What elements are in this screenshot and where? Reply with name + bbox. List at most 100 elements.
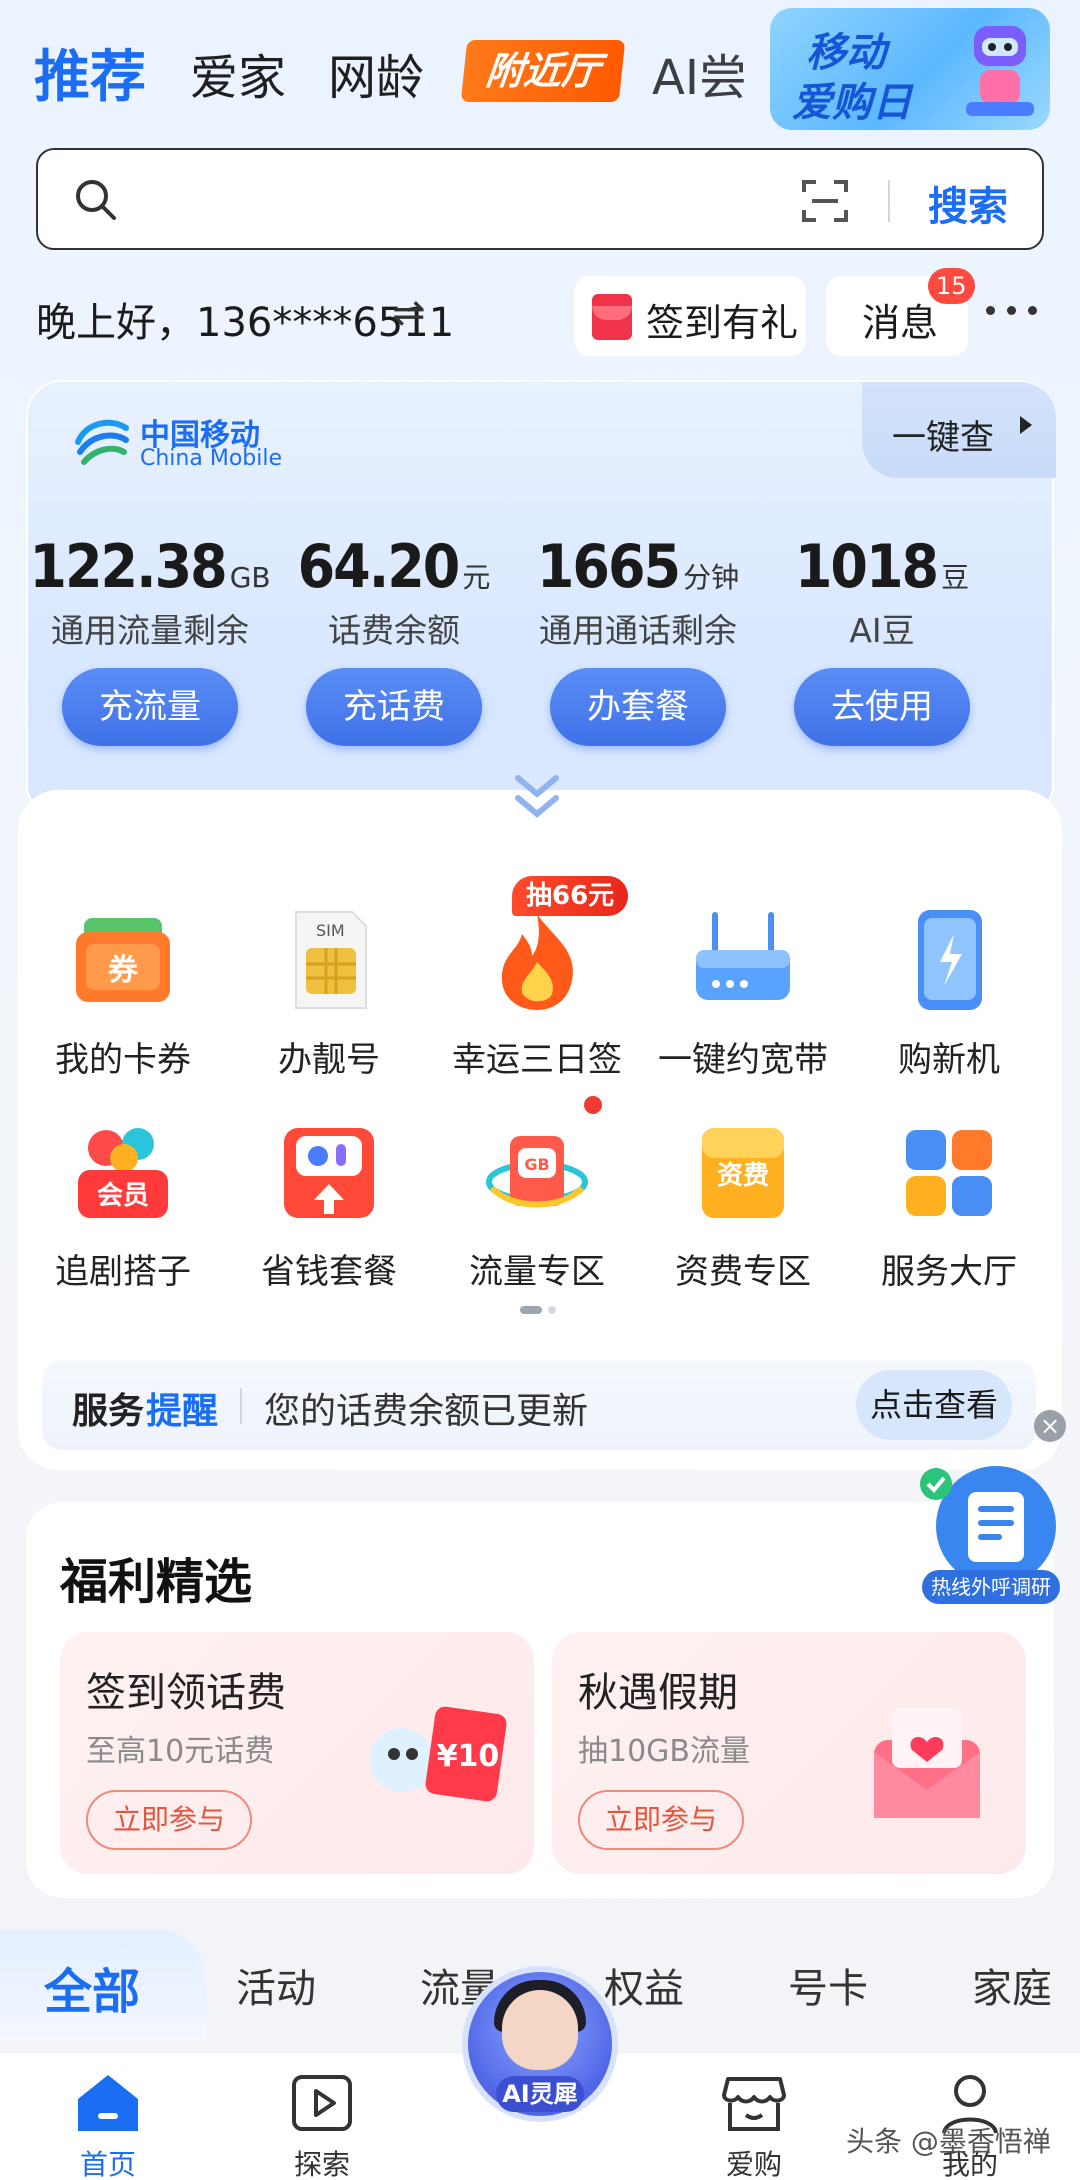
welfare-card-autumn[interactable]: 秋遇假期 抽10GB流量 立即参与: [552, 1632, 1026, 1874]
join-button[interactable]: 立即参与: [86, 1790, 252, 1850]
card-title: 秋遇假期: [578, 1670, 738, 1716]
survey-label: 热线外呼调研: [922, 1570, 1060, 1604]
filter-tab-benefits[interactable]: 权益: [604, 1956, 684, 2014]
scan-icon[interactable]: [802, 178, 848, 224]
search-bar[interactable]: 搜索: [36, 148, 1044, 250]
card-subtitle: 至高10元话费: [86, 1734, 275, 1769]
envelope-heart-icon: [874, 1708, 980, 1818]
grid-apps-icon: [906, 1130, 992, 1216]
service-new-phone[interactable]: 购新机: [846, 906, 1052, 1081]
account-overview-card: 中国移动 China Mobile 一键查 122.38 GB 通用流量剩余 充流…: [26, 380, 1056, 820]
quick-check-label: 一键查: [892, 418, 994, 458]
stat-unit: GB: [229, 561, 271, 594]
welfare-card-signin[interactable]: 签到领话费 至高10元话费 立即参与 ¥10: [60, 1632, 534, 1874]
stat-unit: 豆: [941, 561, 970, 594]
recharge-balance-button[interactable]: 充话费: [306, 668, 482, 746]
ai-avatar: [502, 1990, 578, 2070]
use-beans-button[interactable]: 去使用: [794, 668, 970, 746]
message-count-badge: 15: [928, 268, 975, 304]
tab-recommend[interactable]: 推荐: [34, 32, 146, 113]
filter-tab-number-card[interactable]: 号卡: [788, 1956, 868, 2014]
page-indicator: [520, 1306, 560, 1314]
view-reminder-button[interactable]: 点击查看: [856, 1370, 1012, 1440]
service-pretty-number[interactable]: SIM 办靓号: [226, 906, 432, 1081]
store-icon: [722, 2077, 786, 2131]
tab-network-age[interactable]: 网龄: [328, 38, 424, 108]
stat-value: 64.20: [297, 532, 461, 602]
service-label: 省钱套餐: [261, 1252, 397, 1292]
tab-nearby-hall[interactable]: 附近厅: [460, 40, 626, 102]
savings-icon: [284, 1128, 374, 1218]
reminder-title-b: 提醒: [146, 1391, 219, 1432]
router-icon: [696, 912, 790, 1000]
service-drama-buddy[interactable]: 会员 追剧搭子: [20, 1118, 226, 1293]
nav-label: 爱购: [725, 2148, 782, 2180]
signin-gift-button[interactable]: 签到有礼: [574, 276, 806, 356]
nav-label: AI灵犀: [496, 2076, 584, 2112]
reminder-text: 您的话费余额已更新: [264, 1391, 589, 1432]
red-envelope-icon: [592, 294, 632, 340]
service-saving-plan[interactable]: 省钱套餐: [226, 1118, 432, 1293]
ticket-amount: ¥10: [437, 1739, 500, 1774]
service-label: 服务大厅: [881, 1252, 1017, 1292]
search-divider: [888, 180, 890, 222]
stat-call-minutes: 1665 分钟 通用通话剩余 办套餐: [516, 532, 760, 746]
watermark-text: 头条 @墨香悟禅: [846, 2125, 1051, 2158]
promo-line2: 爱购日: [792, 80, 912, 126]
search-icon: [76, 180, 116, 220]
filter-tab-activity[interactable]: 活动: [236, 1956, 316, 2014]
service-lucky-signin[interactable]: 幸运三日签: [434, 906, 640, 1081]
recharge-data-button[interactable]: 充流量: [62, 668, 238, 746]
phone-icon: [918, 910, 982, 1010]
quick-check-button[interactable]: 一键查: [862, 382, 1056, 478]
nav-home[interactable]: 首页: [48, 2071, 168, 2180]
promo-banner[interactable]: 移动 爱购日: [770, 8, 1050, 130]
more-options-icon[interactable]: [982, 290, 1042, 330]
close-icon[interactable]: ×: [1034, 1410, 1066, 1442]
welfare-section: 福利精选 签到领话费 至高10元话费 立即参与 ¥10 秋遇假期 抽10GB流量…: [26, 1502, 1054, 1898]
signin-label: 签到有礼: [646, 301, 799, 345]
play-video-icon: [292, 2075, 352, 2131]
service-label: 我的卡券: [55, 1040, 191, 1080]
stat-unit: 元: [462, 561, 491, 594]
svg-text:GB: GB: [524, 1155, 549, 1174]
search-input[interactable]: [138, 170, 778, 230]
tab-home-family[interactable]: 爱家: [190, 38, 286, 108]
stat-value: 1018: [794, 532, 939, 602]
tab-ai[interactable]: AI尝: [652, 38, 747, 108]
service-my-coupons[interactable]: 券 我的卡券: [20, 906, 226, 1081]
expand-chevron-icon[interactable]: [512, 770, 562, 826]
service-broadband[interactable]: 一键约宽带: [640, 906, 846, 1081]
svg-text:会员: 会员: [97, 1181, 149, 1211]
nav-shop[interactable]: 爱购: [694, 2071, 814, 2180]
coin-ticket-icon: ¥10: [370, 1706, 507, 1802]
stat-value: 1665: [536, 532, 681, 602]
robot-mascot-icon: [966, 26, 1034, 116]
service-reminder-bar: 服务 提醒 您的话费余额已更新 点击查看: [42, 1360, 1036, 1450]
stat-data-remaining: 122.38 GB 通用流量剩余 充流量: [28, 532, 272, 746]
data-gb-icon: GB: [486, 1136, 588, 1208]
nav-ai-assistant[interactable]: AI灵犀: [462, 1966, 618, 2122]
svg-text:资费: 资费: [717, 1161, 769, 1191]
nav-label: 探索: [293, 2148, 350, 2180]
plan-button[interactable]: 办套餐: [550, 668, 726, 746]
filter-tab-family[interactable]: 家庭: [972, 1956, 1052, 2014]
search-button[interactable]: 搜索: [928, 174, 1008, 232]
nav-explore[interactable]: 探索: [262, 2071, 382, 2180]
service-hall[interactable]: 服务大厅: [846, 1118, 1052, 1293]
stat-label: 通用流量剩余: [51, 611, 249, 650]
tariff-icon: 资费: [702, 1128, 784, 1218]
card-subtitle: 抽10GB流量: [578, 1734, 751, 1769]
stat-ai-beans: 1018 豆 AI豆 去使用: [760, 532, 1004, 746]
hotline-survey-float[interactable]: 热线外呼调研: [916, 1462, 1060, 1612]
switch-account-icon[interactable]: ⇌: [392, 290, 426, 336]
sim-card-icon: SIM: [295, 911, 367, 1009]
svg-text:SIM: SIM: [316, 921, 345, 940]
join-button[interactable]: 立即参与: [578, 1790, 744, 1850]
service-label: 追剧搭子: [55, 1252, 191, 1292]
service-tariff-zone[interactable]: 资费 资费专区: [640, 1118, 846, 1293]
service-label: 一键约宽带: [658, 1040, 828, 1080]
service-data-zone[interactable]: GB 流量专区: [434, 1118, 640, 1293]
filter-tab-all[interactable]: 全部: [44, 1952, 140, 2022]
messages-label: 消息: [862, 301, 939, 345]
